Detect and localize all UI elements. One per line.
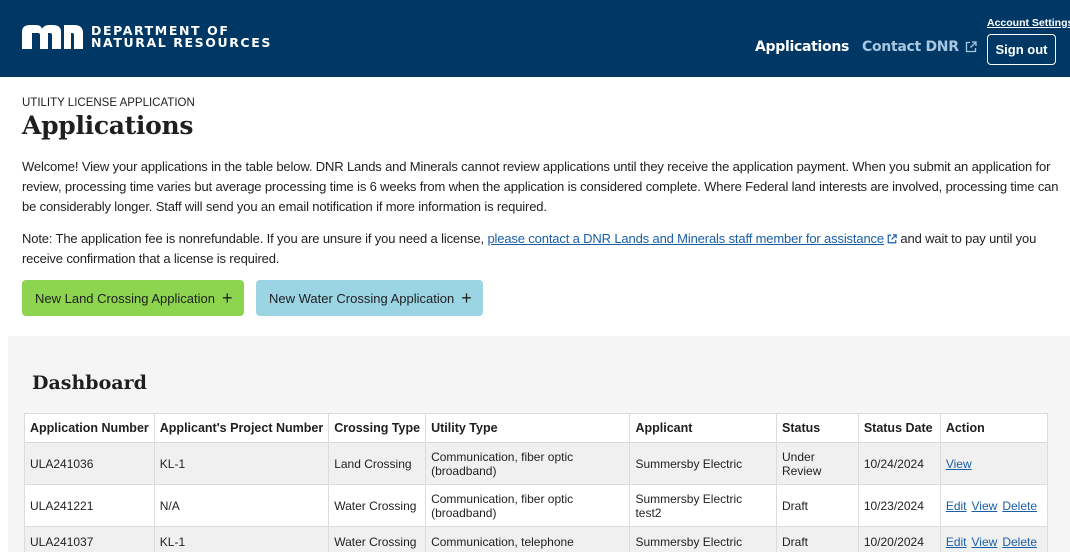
delete-link[interactable]: Delete [1002, 535, 1037, 549]
external-link-icon [965, 41, 977, 53]
nav-contact-dnr[interactable]: Contact DNR [862, 39, 977, 55]
page-eyebrow: UTILITY LICENSE APPLICATION [22, 97, 195, 109]
new-water-crossing-button[interactable]: New Water Crossing Application + [256, 280, 483, 316]
nav-applications[interactable]: Applications [755, 39, 849, 55]
account-settings-link[interactable]: Account Settings [987, 17, 1070, 29]
table-header-row: Application Number Applicant's Project N… [24, 413, 1049, 443]
cell-actions: Edit View Delete [939, 526, 1049, 552]
cell-crossing-type: Land Crossing [328, 442, 427, 485]
col-action: Action [939, 413, 1049, 443]
col-applicant[interactable]: Applicant [629, 413, 778, 443]
welcome-paragraph: Welcome! View your applications in the t… [22, 159, 1059, 214]
new-land-crossing-button[interactable]: New Land Crossing Application + [22, 280, 244, 316]
edit-link[interactable]: Edit [946, 499, 967, 513]
contact-staff-link[interactable]: please contact a DNR Lands and Minerals … [487, 231, 884, 246]
view-link[interactable]: View [972, 499, 998, 513]
cell-application-number: ULA241036 [24, 442, 155, 485]
external-link-icon [887, 234, 897, 244]
col-status[interactable]: Status [776, 413, 859, 443]
cell-status-date: 10/20/2024 [857, 526, 941, 552]
cell-status: Draft [776, 484, 859, 527]
fee-note-paragraph: Note: The application fee is nonrefundab… [22, 229, 1062, 269]
view-link[interactable]: View [946, 457, 972, 471]
cell-applicant: Summersby Electric test2 [629, 484, 778, 527]
col-application-number[interactable]: Application Number [24, 413, 155, 443]
cell-utility-type: Communication, fiber optic (broadband) [425, 484, 631, 527]
dnr-logo[interactable]: DEPARTMENT OF NATURAL RESOURCES [22, 24, 272, 50]
col-status-date[interactable]: Status Date [857, 413, 941, 443]
sign-out-button[interactable]: Sign out [987, 34, 1056, 65]
delete-link[interactable]: Delete [1002, 499, 1037, 513]
dashboard-title: Dashboard [32, 372, 147, 394]
cell-applicant: Summersby Electric [629, 526, 778, 552]
page-title: Applications [22, 111, 194, 140]
view-link[interactable]: View [972, 535, 998, 549]
cell-project-number: KL-1 [153, 526, 330, 552]
cell-project-number: N/A [153, 484, 330, 527]
table-row: ULA241036 KL-1 Land Crossing Communicati… [24, 442, 1049, 485]
site-header: DEPARTMENT OF NATURAL RESOURCES Applicat… [0, 0, 1070, 77]
new-land-crossing-label: New Land Crossing Application [35, 290, 215, 306]
plus-icon: + [461, 288, 472, 308]
cell-application-number: ULA241037 [24, 526, 155, 552]
cell-status-date: 10/24/2024 [857, 442, 941, 485]
cell-actions: View [939, 442, 1049, 485]
mn-logo-icon [22, 25, 83, 49]
cell-utility-type: Communication, telephone [425, 526, 631, 552]
cell-applicant: Summersby Electric [629, 442, 778, 485]
cell-status: Draft [776, 526, 859, 552]
logo-text: DEPARTMENT OF NATURAL RESOURCES [91, 24, 272, 50]
applications-table: Application Number Applicant's Project N… [24, 413, 1049, 552]
cell-project-number: KL-1 [153, 442, 330, 485]
cell-status-date: 10/23/2024 [857, 484, 941, 527]
col-utility-type[interactable]: Utility Type [425, 413, 631, 443]
table-row: ULA241221 N/A Water Crossing Communicati… [24, 484, 1049, 527]
table-row: ULA241037 KL-1 Water Crossing Communicat… [24, 526, 1049, 552]
logo-line-2: NATURAL RESOURCES [91, 35, 272, 50]
note-prefix: Note: The application fee is nonrefundab… [22, 231, 488, 246]
cell-status: Under Review [776, 442, 859, 485]
cell-crossing-type: Water Crossing [328, 526, 427, 552]
plus-icon: + [221, 288, 233, 308]
nav-contact-label: Contact DNR [862, 39, 959, 55]
cell-utility-type: Communication, fiber optic (broadband) [425, 442, 631, 485]
col-project-number[interactable]: Applicant's Project Number [153, 413, 330, 443]
edit-link[interactable]: Edit [946, 535, 967, 549]
col-crossing-type[interactable]: Crossing Type [328, 413, 427, 443]
new-water-crossing-label: New Water Crossing Application [269, 290, 455, 306]
cell-crossing-type: Water Crossing [328, 484, 427, 527]
cell-actions: Edit View Delete [939, 484, 1049, 527]
cell-application-number: ULA241221 [24, 484, 155, 527]
